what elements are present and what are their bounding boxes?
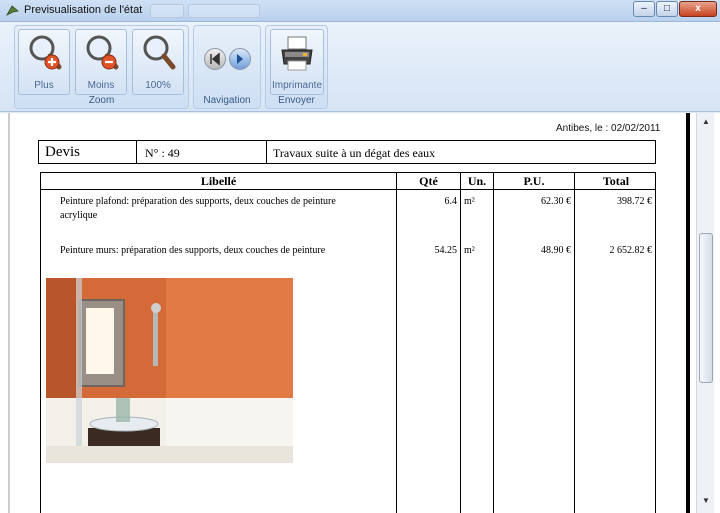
print-button[interactable]: Imprimante xyxy=(270,29,324,95)
column-divider xyxy=(396,173,397,513)
row-unit-price: 62.30 € xyxy=(541,196,571,207)
row-description: acrylique xyxy=(60,210,98,221)
row-total: 2 652.82 € xyxy=(609,245,653,256)
printer-icon xyxy=(281,36,313,71)
quote-header: Devis N° : 49 Travaux suite à un dégat d… xyxy=(38,140,656,164)
row-qty: 6.4 xyxy=(444,196,458,207)
scroll-down-icon[interactable]: ▼ xyxy=(700,496,712,506)
zoom-100-icon xyxy=(143,35,176,70)
row-unit: m² xyxy=(464,245,475,256)
row-unit: m² xyxy=(464,196,475,207)
navigation-group-label: Navigation xyxy=(203,95,251,106)
print-label: Imprimante xyxy=(271,80,322,91)
send-group: Imprimante Envoyer xyxy=(265,25,328,109)
column-header-unit-price: P.U. xyxy=(523,174,545,188)
scroll-thumb[interactable] xyxy=(699,233,713,383)
column-divider xyxy=(493,173,494,513)
scroll-up-icon[interactable]: ▲ xyxy=(700,117,712,127)
location-date: Antibes, le : 02/02/2011 xyxy=(556,123,661,134)
zoom-out-label: Moins xyxy=(87,80,115,91)
page-next-icon[interactable] xyxy=(229,48,251,70)
zoom-out-icon xyxy=(86,35,119,70)
zoom-group: Plus Moins 100% Zoom xyxy=(14,25,189,109)
zoom-group-label: Zoom xyxy=(88,95,115,106)
background-tab xyxy=(188,4,260,18)
zoom-in-button[interactable]: Plus xyxy=(18,29,70,95)
page-edge xyxy=(686,113,690,513)
quote-subject: Travaux suite à un dégat des eaux xyxy=(273,146,436,160)
ribbon-toolbar: Plus Moins 100% Zoom Navigation Impriman… xyxy=(0,22,720,112)
zoom-in-label: Plus xyxy=(34,80,54,91)
send-group-label: Envoyer xyxy=(278,95,315,106)
quote-number: N° : 49 xyxy=(145,146,180,160)
page-edge xyxy=(8,113,10,513)
row-qty: 54.25 xyxy=(434,245,458,256)
background-tab xyxy=(150,4,184,18)
row-unit-price: 48.90 € xyxy=(541,245,571,256)
column-divider xyxy=(460,173,461,513)
zoom-100-button[interactable]: 100% xyxy=(132,29,184,95)
zoom-out-button[interactable]: Moins xyxy=(75,29,127,95)
bathroom-photo xyxy=(46,278,293,463)
vertical-scrollbar[interactable]: ▲ ▼ xyxy=(696,113,714,513)
title-bar: Previsualisation de l'état – □ x xyxy=(0,0,720,22)
column-header-qty: Qté xyxy=(419,174,438,188)
close-button[interactable]: x xyxy=(679,1,717,17)
zoom-100-label: 100% xyxy=(145,80,171,91)
column-header-unit: Un. xyxy=(467,174,487,188)
row-description: Peinture murs: préparation des supports,… xyxy=(60,245,326,256)
app-icon xyxy=(6,5,19,16)
column-header-libelle: Libellé xyxy=(200,174,237,188)
row-description: Peinture plafond: préparation des suppor… xyxy=(60,196,336,207)
zoom-in-icon xyxy=(29,35,62,70)
page-first-icon[interactable] xyxy=(204,48,226,70)
maximize-button[interactable]: □ xyxy=(656,1,678,17)
column-header-total: Total xyxy=(602,174,630,188)
navigation-group: Navigation xyxy=(193,25,261,109)
document-type: Devis xyxy=(45,144,80,160)
window-title: Previsualisation de l'état xyxy=(24,4,143,16)
row-total: 398.72 € xyxy=(617,196,652,207)
column-divider xyxy=(574,173,575,513)
minimize-button[interactable]: – xyxy=(633,1,655,17)
